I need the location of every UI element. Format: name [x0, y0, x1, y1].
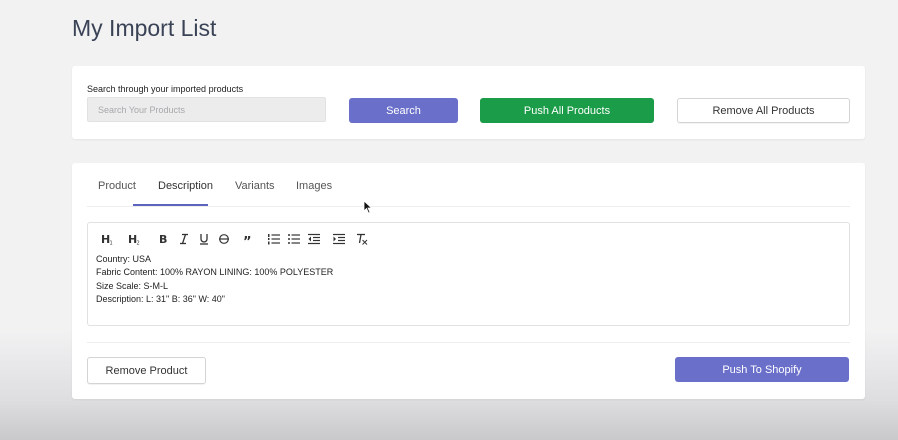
svg-text:”: ” [243, 235, 252, 245]
product-detail-panel: Product Description Variants Images H1 H… [72, 163, 865, 399]
strikethrough-icon[interactable] [214, 232, 234, 246]
description-line: Size Scale: S-M-L [96, 280, 169, 291]
description-line: Fabric Content: 100% RAYON LINING: 100% … [96, 267, 334, 278]
description-text[interactable]: Country: USA Fabric Content: 100% RAYON … [96, 253, 333, 306]
push-to-shopify-button[interactable]: Push To Shopify [675, 357, 849, 382]
page-title: My Import List [72, 15, 217, 41]
search-label: Search through your imported products [87, 84, 244, 94]
search-panel: Search through your imported products Se… [72, 66, 865, 139]
italic-icon[interactable] [174, 232, 194, 246]
svg-text:B: B [159, 233, 167, 245]
blockquote-icon[interactable]: ” [234, 232, 264, 246]
svg-text:1: 1 [110, 241, 113, 246]
heading-2-button[interactable]: H2 [118, 232, 152, 246]
push-all-products-button[interactable]: Push All Products [480, 98, 654, 123]
outdent-icon[interactable] [304, 232, 324, 246]
underline-icon[interactable] [194, 232, 214, 246]
clear-format-icon[interactable] [354, 232, 370, 246]
tab-bar: Product Description Variants Images [87, 163, 850, 207]
tab-product[interactable]: Product [98, 180, 136, 192]
divider [87, 342, 850, 343]
tab-description[interactable]: Description [158, 180, 213, 192]
ordered-list-icon[interactable] [264, 232, 284, 246]
tab-variants[interactable]: Variants [235, 180, 275, 192]
indent-icon[interactable] [324, 232, 354, 246]
editor-toolbar: H1 H2 B ” [98, 232, 370, 246]
description-line: Country: USA [96, 254, 152, 264]
heading-1-button[interactable]: H1 [98, 232, 118, 246]
bullet-list-icon[interactable] [284, 232, 304, 246]
description-editor[interactable]: H1 H2 B ” Country: USA Fabric Content: 1… [87, 222, 850, 326]
description-line: Description: L: 31" B: 36" W: 40" [96, 293, 225, 304]
mouse-cursor-icon [363, 200, 373, 214]
search-input[interactable] [87, 97, 326, 122]
active-tab-indicator [133, 204, 208, 206]
bold-icon[interactable]: B [152, 232, 174, 246]
remove-product-button[interactable]: Remove Product [87, 357, 206, 384]
svg-text:2: 2 [137, 241, 140, 246]
tab-images[interactable]: Images [296, 180, 332, 192]
remove-all-products-button[interactable]: Remove All Products [677, 98, 850, 123]
search-button[interactable]: Search [349, 98, 458, 123]
